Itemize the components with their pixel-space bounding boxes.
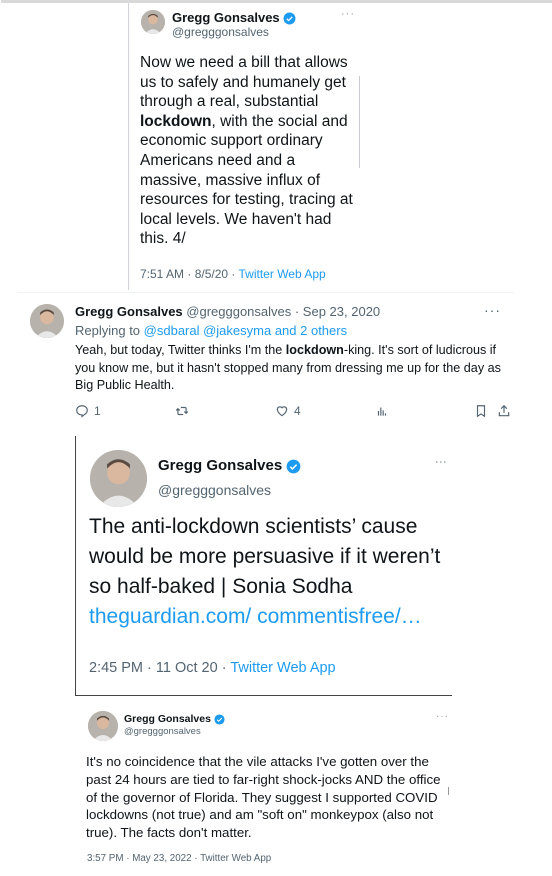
avatar[interactable] <box>141 10 165 34</box>
replying-label: Replying to <box>75 323 144 338</box>
author-name-text: Gregg Gonsalves <box>158 457 283 474</box>
retweet-button[interactable] <box>175 404 189 418</box>
verified-badge-icon <box>283 12 296 25</box>
replying-to-links[interactable]: @sdbaral @jakesyma and 2 others <box>144 323 347 338</box>
analytics-icon <box>377 407 387 416</box>
analytics-button[interactable] <box>375 404 389 418</box>
more-options-icon[interactable]: ⋮ <box>434 456 448 469</box>
avatar[interactable] <box>88 711 118 741</box>
divider <box>18 292 514 293</box>
scrollbar[interactable] <box>448 787 449 795</box>
like-button[interactable]: 4 <box>275 404 301 418</box>
share-button[interactable] <box>497 404 511 418</box>
tweet-text-part: The anti-lockdown scientists’ cause woul… <box>89 515 441 598</box>
tweet-text: Now we need a bill that allows us to saf… <box>140 53 358 249</box>
tweet-text-part: , with the social and economic support o… <box>140 112 353 248</box>
verified-badge-icon <box>214 714 225 725</box>
tweet-timestamp: 7:51 AM · 8/5/20 · Twitter Web App <box>140 267 326 281</box>
avatar[interactable] <box>30 304 64 338</box>
article-link[interactable]: theguardian.com/ commentisfree/… <box>89 605 422 628</box>
avatar[interactable] <box>90 450 147 507</box>
tweet-text-bold: lockdown <box>140 112 212 130</box>
divider <box>1 0 552 3</box>
share-icon <box>498 404 510 417</box>
tweet-2[interactable]: Gregg Gonsalves @gregggonsalves · Sep 23… <box>18 292 514 432</box>
author-name-text: Gregg Gonsalves <box>124 713 211 725</box>
tweet-text: Yeah, but today, Twitter thinks I'm the … <box>75 342 505 395</box>
reply-button[interactable]: 1 <box>75 404 101 418</box>
author-handle[interactable]: @gregggonsalves <box>172 25 269 39</box>
more-options-icon[interactable]: ··· <box>484 302 501 318</box>
author-name[interactable]: Gregg Gonsalves <box>158 457 301 474</box>
more-options-icon[interactable]: ··· <box>341 8 355 20</box>
like-count: 4 <box>294 404 301 418</box>
tweet-header: Gregg Gonsalves @gregggonsalves · Sep 23… <box>75 304 380 319</box>
source-link[interactable]: Twitter Web App <box>239 267 326 281</box>
bookmark-icon <box>476 405 486 418</box>
action-bar: 1 4 <box>75 404 510 422</box>
source-link[interactable]: Twitter Web App <box>230 660 335 676</box>
author-handle[interactable]: @gregggonsalves <box>124 726 201 737</box>
author-handle-date[interactable]: @gregggonsalves · Sep 23, 2020 <box>183 304 380 319</box>
tweet-text-part: Yeah, but today, Twitter thinks I'm the <box>75 343 286 357</box>
author-name[interactable]: Gregg Gonsalves <box>124 713 225 725</box>
replying-to: Replying to @sdbaral @jakesyma and 2 oth… <box>75 323 347 338</box>
scrollbar[interactable] <box>359 76 360 168</box>
timestamp-text: 2:45 PM · 11 Oct 20 · <box>89 660 231 676</box>
author-name[interactable]: Gregg Gonsalves <box>75 304 183 319</box>
tweet-text-bold: lockdown <box>285 343 344 357</box>
verified-badge-icon <box>287 459 301 473</box>
tweet-3[interactable]: Gregg Gonsalves @gregggonsalves ⋮ The an… <box>75 436 452 696</box>
retweet-icon <box>175 406 189 416</box>
author-name[interactable]: Gregg Gonsalves <box>172 10 296 25</box>
tweet-timestamp: 2:45 PM · 11 Oct 20 · Twitter Web App <box>89 660 336 676</box>
tweet-text: The anti-lockdown scientists’ cause woul… <box>89 512 449 632</box>
tweet-text-part: Now we need a bill that allows us to saf… <box>140 54 348 111</box>
bookmark-button[interactable] <box>474 404 488 418</box>
more-options-icon[interactable]: ··· <box>436 711 449 722</box>
tweet-4[interactable]: Gregg Gonsalves @gregggonsalves ··· It's… <box>76 703 454 873</box>
author-name-text: Gregg Gonsalves <box>172 10 280 25</box>
tweet-timestamp: 3:57 PM · May 23, 2022 · Twitter Web App <box>87 853 272 864</box>
like-icon <box>276 406 288 417</box>
tweet-1[interactable]: Gregg Gonsalves @gregggonsalves ··· Now … <box>1 0 552 290</box>
timestamp-text: 7:51 AM · 8/5/20 · <box>140 267 239 281</box>
reply-icon <box>76 405 88 418</box>
reply-count: 1 <box>94 404 101 418</box>
author-handle[interactable]: @gregggonsalves <box>158 482 271 498</box>
tweet-text: It's no coincidence that the vile attack… <box>86 754 441 841</box>
